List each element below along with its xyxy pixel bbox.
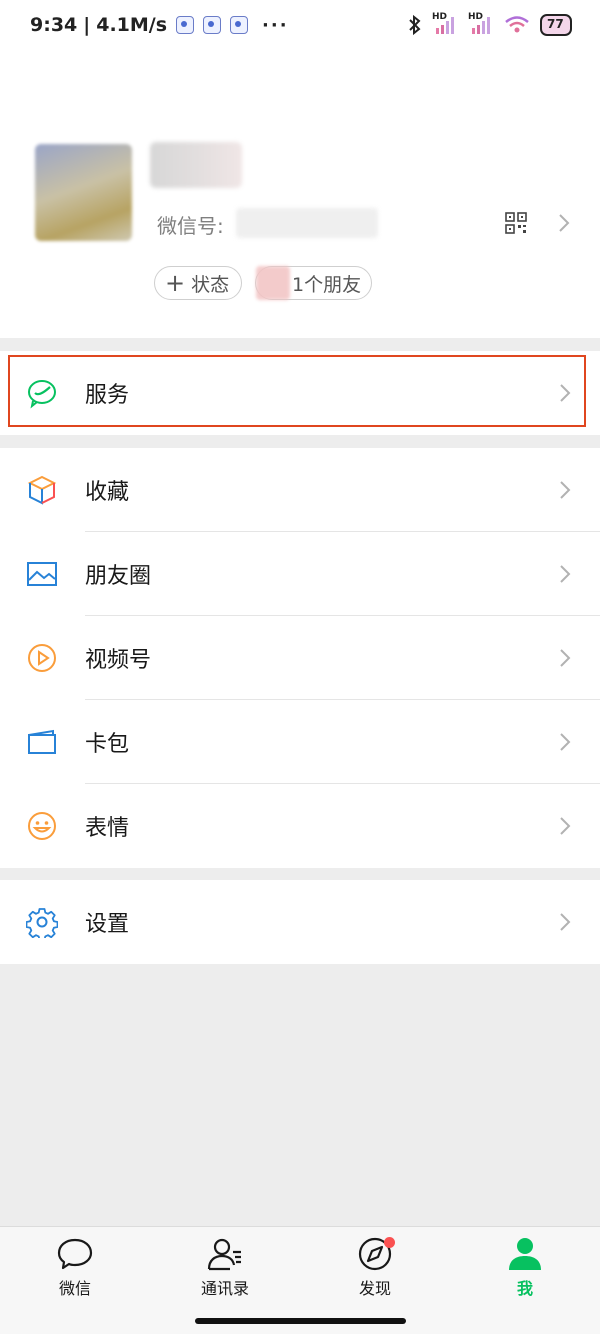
menu-label: 服务 [85, 383, 130, 408]
chevron-right-icon [560, 481, 571, 499]
card-wallet-icon [28, 729, 56, 754]
tab-me[interactable]: 我 [465, 1235, 585, 1299]
menu-item-favorites[interactable]: 收藏 [0, 448, 600, 532]
friend-avatar-redacted [256, 266, 290, 300]
menu-label: 朋友圈 [85, 564, 152, 589]
friends-status-button[interactable]: 1个朋友 [255, 266, 372, 300]
channels-play-icon [28, 644, 56, 672]
signal-2-icon: HD [468, 12, 494, 36]
chevron-right-icon [560, 913, 571, 931]
avatar[interactable] [35, 144, 132, 241]
network-speed: 4.1M/s [96, 14, 168, 36]
services-section: 服务 [0, 351, 600, 435]
chevron-right-icon [560, 384, 571, 402]
smiley-face-icon [28, 812, 56, 840]
battery-level: 77 [547, 17, 564, 31]
plus-icon: + [165, 269, 186, 297]
menu-label: 收藏 [85, 480, 130, 505]
chevron-right-icon [560, 565, 571, 583]
wifi-icon [505, 16, 529, 33]
person-icon [509, 1238, 541, 1270]
chevron-right-icon [560, 817, 571, 835]
notification-dot [384, 1237, 395, 1248]
battery-icon: 77 [540, 14, 572, 36]
status-right: HD HD 77 [408, 12, 572, 36]
bluetooth-icon [409, 14, 421, 36]
wechat-id-redacted [236, 208, 378, 238]
menu-label: 卡包 [85, 732, 130, 757]
menu-item-channels[interactable]: 视频号 [0, 616, 600, 700]
menu-item-services[interactable]: 服务 [0, 351, 600, 435]
menu-label: 视频号 [85, 648, 152, 673]
friends-label: 1个朋友 [292, 273, 362, 296]
wechat-id-label: 微信号: [157, 214, 224, 238]
home-indicator[interactable] [195, 1318, 406, 1324]
nickname-redacted [150, 142, 242, 188]
chevron-right-icon [560, 649, 571, 667]
tab-label: 微信 [58, 1279, 91, 1298]
tab-label: 发现 [358, 1279, 391, 1298]
status-time: 9:34 [30, 14, 78, 36]
moments-picture-icon [27, 562, 57, 586]
notification-app-icon [230, 16, 249, 34]
more-notifications-icon: ··· [262, 14, 289, 36]
services-icon [28, 380, 56, 409]
contacts-icon [207, 1238, 241, 1271]
status-label: 状态 [191, 273, 230, 296]
notification-app-icon [176, 16, 195, 34]
add-status-button[interactable]: + 状态 [154, 266, 242, 300]
tab-chats[interactable]: 微信 [15, 1235, 135, 1299]
settings-section: 设置 [0, 880, 600, 964]
menu-label: 表情 [85, 816, 130, 841]
signal-1-icon: HD [432, 12, 458, 36]
chat-bubble-icon [57, 1238, 93, 1270]
status-bar: 9:34 | 4.1M/s ··· HD HD 77 [0, 0, 600, 56]
gear-icon [26, 908, 58, 938]
tab-label: 通讯录 [200, 1279, 249, 1298]
features-section: 收藏 朋友圈 视频号 卡包 表情 [0, 448, 600, 868]
tab-contacts[interactable]: 通讯录 [165, 1235, 285, 1299]
profile-header[interactable]: 微信号: + 状态 1个朋友 [0, 56, 600, 338]
chevron-right-icon [559, 214, 570, 232]
menu-item-cards[interactable]: 卡包 [0, 700, 600, 784]
favorites-cube-icon [27, 475, 57, 505]
status-separator: | [83, 14, 91, 36]
menu-label: 设置 [85, 912, 130, 937]
menu-item-stickers[interactable]: 表情 [0, 784, 600, 868]
tab-label: 我 [516, 1279, 533, 1298]
status-left: 9:34 | 4.1M/s ··· [30, 14, 289, 36]
qr-code-icon[interactable] [505, 212, 527, 234]
menu-item-moments[interactable]: 朋友圈 [0, 532, 600, 616]
tab-discover[interactable]: 发现 [315, 1235, 435, 1299]
chevron-right-icon [560, 733, 571, 751]
notification-app-icon [203, 16, 222, 34]
menu-item-settings[interactable]: 设置 [0, 880, 600, 964]
